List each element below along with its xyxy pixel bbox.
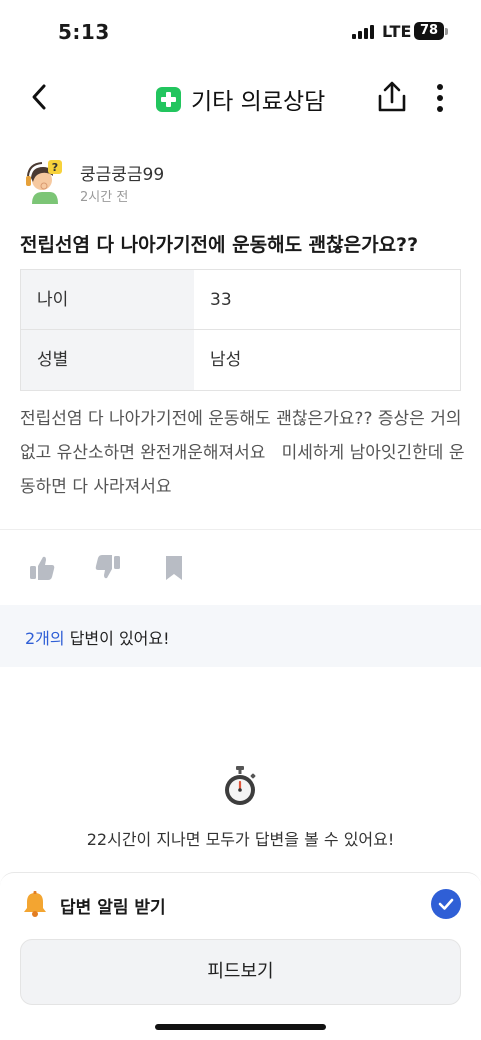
answer-count-bar: 2개의 답변이 있어요! [0, 605, 481, 667]
post-actions [28, 553, 188, 583]
author-name[interactable]: 쿵금쿵금99 [80, 160, 164, 185]
wait-message: 22시간이 지나면 모두가 답변을 볼 수 있어요! [86, 830, 395, 849]
answer-alert-checkbox[interactable] [431, 889, 461, 919]
post-body: 전립선염 다 나아가기전에 운동해도 괜찮은가요?? 증상은 거의없고 유산소하… [20, 409, 465, 497]
share-icon[interactable] [376, 80, 408, 114]
bottom-sheet: 답변 알림 받기 피드보기 [0, 872, 481, 1040]
avatar[interactable]: ? [20, 156, 70, 206]
answer-count: 2개의 [25, 629, 65, 648]
more-vertical-icon[interactable] [430, 82, 450, 114]
stopwatch-icon [222, 765, 258, 807]
thumbs-up-icon[interactable] [28, 553, 56, 583]
status-time: 5:13 [58, 20, 110, 44]
info-value: 33 [210, 290, 232, 310]
nav-title-group: 기타 의료상담 [156, 82, 325, 116]
answer-count-suffix: 답변이 있어요! [64, 629, 170, 648]
answer-count-text: 2개의 답변이 있어요! [25, 625, 170, 649]
divider [0, 529, 481, 530]
page-title: 기타 의료상담 [191, 89, 326, 115]
network-label: LTE [382, 22, 412, 41]
answer-alert-label: 답변 알림 받기 [60, 898, 166, 918]
svg-text:?: ? [52, 161, 58, 174]
green-cross-icon [156, 86, 181, 112]
info-row-gender: 성별 남성 [21, 330, 460, 390]
info-label: 성별 [21, 330, 194, 390]
thumbs-down-icon[interactable] [94, 553, 122, 583]
info-value: 남성 [210, 350, 242, 370]
status-bar: 5:13 LTE 78 [0, 0, 481, 62]
bookmark-icon[interactable] [160, 553, 188, 583]
battery-icon: 78 [414, 22, 444, 40]
home-indicator [155, 1024, 326, 1030]
info-label: 나이 [21, 270, 194, 329]
info-row-age: 나이 33 [21, 270, 460, 330]
signal-icon [352, 25, 374, 39]
info-table: 나이 33 성별 남성 [20, 269, 461, 391]
bell-icon [22, 890, 48, 918]
post-time: 2시간 전 [80, 190, 129, 205]
post-title: 전립선염 다 나아가기전에 운동해도 괜찮은가요?? [20, 234, 419, 256]
battery-tip [445, 28, 448, 35]
nav-bar: 기타 의료상담 [0, 70, 481, 126]
chevron-left-icon[interactable] [26, 80, 56, 114]
feed-button[interactable]: 피드보기 [20, 939, 461, 1005]
